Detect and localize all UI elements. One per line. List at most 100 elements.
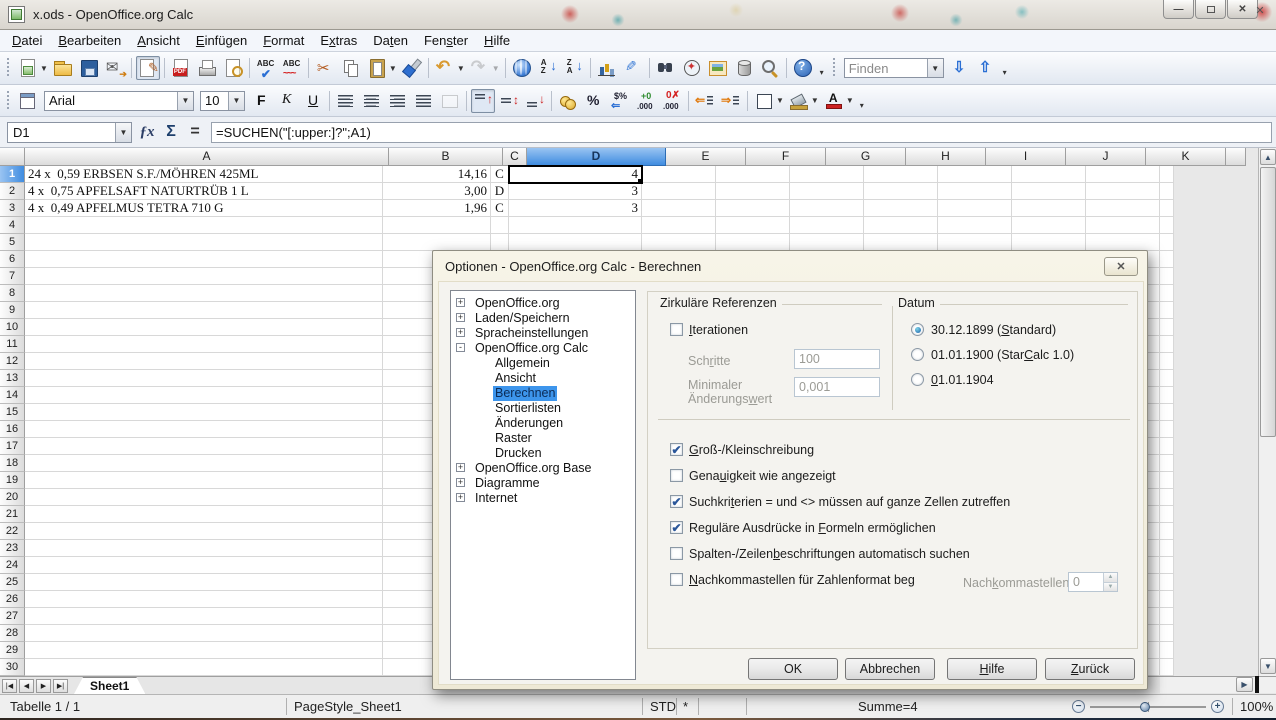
cell-x21[interactable] <box>1160 506 1174 523</box>
chevron-down-icon[interactable]: ▼ <box>457 64 465 73</box>
align-center-button[interactable] <box>360 89 384 113</box>
chevron-down-icon[interactable]: ▼ <box>228 92 244 110</box>
expand-icon[interactable]: + <box>456 493 465 502</box>
cell-G5[interactable] <box>790 234 864 251</box>
page-style[interactable]: PageStyle_Sheet1 <box>294 699 402 714</box>
cell-K1[interactable] <box>1086 166 1160 183</box>
find-previous-button[interactable] <box>974 56 998 80</box>
cell-C2[interactable]: D <box>491 183 509 200</box>
cell-A20[interactable] <box>25 489 383 506</box>
chevron-down-icon[interactable]: ▼ <box>177 92 193 110</box>
cell-x16[interactable] <box>1160 421 1174 438</box>
zoom-button[interactable] <box>758 56 782 80</box>
number-format-standard-button[interactable] <box>608 89 632 113</box>
column-header-c[interactable]: C <box>503 148 527 166</box>
formula-input[interactable]: =SUCHEN("[:upper:]?";A1) <box>211 122 1272 143</box>
spellcheck-button[interactable] <box>254 56 278 80</box>
cell-A28[interactable] <box>25 625 383 642</box>
grid-corner[interactable] <box>0 148 25 166</box>
cell-x20[interactable] <box>1160 489 1174 506</box>
column-header-f[interactable]: F <box>746 148 826 166</box>
email-document-button[interactable] <box>103 56 127 80</box>
menu-bearbeiten[interactable]: Bearbeiten <box>50 31 129 50</box>
cell-A17[interactable] <box>25 438 383 455</box>
row-header-29[interactable]: 29 <box>0 642 25 659</box>
cell-x26[interactable] <box>1160 591 1174 608</box>
cell-x10[interactable] <box>1160 319 1174 336</box>
vertical-scrollbar-thumb[interactable] <box>1260 167 1276 437</box>
row-header-4[interactable]: 4 <box>0 217 25 234</box>
scroll-right-icon[interactable]: ▶ <box>1236 677 1253 692</box>
option-checkbox-5[interactable] <box>670 573 683 586</box>
chevron-down-icon[interactable]: ▼ <box>389 64 397 73</box>
cell-A26[interactable] <box>25 591 383 608</box>
borders-button[interactable]: ▼ <box>752 89 785 113</box>
cell-A14[interactable] <box>25 387 383 404</box>
row-header-11[interactable]: 11 <box>0 336 25 353</box>
column-header-i[interactable]: I <box>986 148 1066 166</box>
bold-button[interactable] <box>249 89 273 113</box>
row-header-24[interactable]: 24 <box>0 557 25 574</box>
row-header-23[interactable]: 23 <box>0 540 25 557</box>
tree-item-allgemein[interactable]: Allgemein <box>451 356 635 371</box>
cell-x4[interactable] <box>1160 217 1174 234</box>
page-preview-button[interactable] <box>221 56 245 80</box>
chevron-down-icon[interactable]: ▼ <box>846 96 854 105</box>
window-title-bar[interactable]: x.ods - OpenOffice.org Calc — ✕ <box>0 0 1276 30</box>
increase-indent-button[interactable] <box>719 89 743 113</box>
next-sheet-button[interactable]: ▶ <box>36 679 51 693</box>
align-right-button[interactable] <box>386 89 410 113</box>
option-checkbox-label-5[interactable]: Nachkommastellen für Zahlenformat beg <box>689 573 915 587</box>
copy-button[interactable] <box>339 56 363 80</box>
cell-A5[interactable] <box>25 234 383 251</box>
cell-D3[interactable]: 3 <box>509 200 642 217</box>
menu-extras[interactable]: Extras <box>312 31 365 50</box>
previous-sheet-button[interactable]: ◀ <box>19 679 34 693</box>
horizontal-scrollbar[interactable]: ▶ <box>1160 677 1276 693</box>
toolbar-grip[interactable] <box>831 58 838 78</box>
cell-x9[interactable] <box>1160 302 1174 319</box>
min-change-input[interactable]: 0,001 <box>794 377 880 397</box>
row-header-8[interactable]: 8 <box>0 285 25 302</box>
new-document-button[interactable]: ▼ <box>16 56 49 80</box>
hilfe-button[interactable]: Hilfe <box>947 658 1037 680</box>
function-wizard-button[interactable]: ƒx <box>135 121 159 143</box>
stepper-down-icon[interactable]: ▼ <box>1103 582 1117 591</box>
delete-decimal-place-button[interactable] <box>660 89 684 113</box>
export-pdf-button[interactable] <box>169 56 193 80</box>
menu-fenster[interactable]: Fenster <box>416 31 476 50</box>
cell-H3[interactable] <box>864 200 938 217</box>
selection-fill-handle[interactable] <box>638 179 642 183</box>
font-size-combobox[interactable]: 10▼ <box>200 91 245 111</box>
decrease-indent-button[interactable] <box>693 89 717 113</box>
cell-A13[interactable] <box>25 370 383 387</box>
cell-x30[interactable] <box>1160 659 1174 676</box>
cell-K5[interactable] <box>1086 234 1160 251</box>
row-header-30[interactable]: 30 <box>0 659 25 676</box>
cell-A2[interactable]: 4 x 0,75 APFELSAFT NATURTRÜB 1 L <box>25 183 383 200</box>
row-header-25[interactable]: 25 <box>0 574 25 591</box>
cell-x28[interactable] <box>1160 625 1174 642</box>
toolbar-grip[interactable] <box>5 58 12 78</box>
cell-A29[interactable] <box>25 642 383 659</box>
cell-I5[interactable] <box>938 234 1012 251</box>
navigator-button[interactable] <box>680 56 704 80</box>
selection-mode[interactable]: STD <box>650 699 676 714</box>
scrollbar-split-handle[interactable] <box>1255 676 1259 693</box>
underline-button[interactable] <box>301 89 325 113</box>
cell-H2[interactable] <box>864 183 938 200</box>
tree-item-drucken[interactable]: Drucken <box>451 446 635 461</box>
column-header-partial[interactable] <box>1226 148 1246 166</box>
save-button[interactable] <box>77 56 101 80</box>
print-button[interactable] <box>195 56 219 80</box>
tree-item--nderungen[interactable]: Änderungen <box>451 416 635 431</box>
column-header-e[interactable]: E <box>666 148 746 166</box>
cell-J1[interactable] <box>1012 166 1086 183</box>
tree-item-raster[interactable]: Raster <box>451 431 635 446</box>
cell-I1[interactable] <box>938 166 1012 183</box>
cell-x22[interactable] <box>1160 523 1174 540</box>
cell-x6[interactable] <box>1160 251 1174 268</box>
cell-x1[interactable] <box>1160 166 1174 183</box>
row-header-6[interactable]: 6 <box>0 251 25 268</box>
chevron-down-icon[interactable]: ▼ <box>811 96 819 105</box>
